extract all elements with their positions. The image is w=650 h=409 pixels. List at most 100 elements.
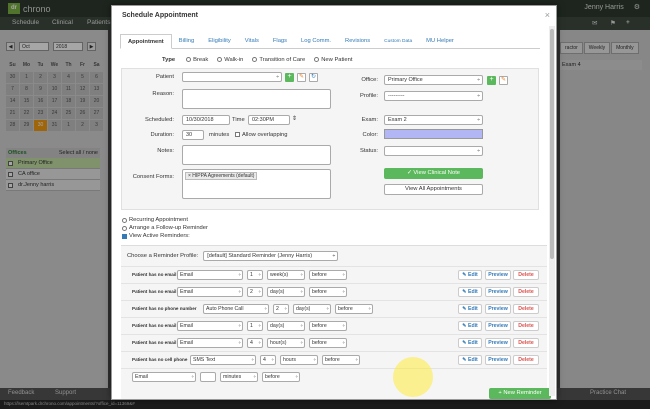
scrollbar-thumb[interactable] [550, 29, 554, 259]
option-follow-up[interactable]: Arrange a Follow-up Reminder [122, 224, 208, 232]
office-select[interactable]: Primary Office ÷ [384, 75, 483, 85]
tab-revisions[interactable]: Revisions [338, 34, 377, 49]
tab-appointment[interactable]: Appointment [120, 34, 172, 49]
reminder-unit-select[interactable]: week(s) ÷ [267, 270, 305, 280]
preview-reminder-button[interactable]: Preview [485, 304, 511, 314]
preview-reminder-button[interactable]: Preview [485, 355, 511, 365]
reminder-unit-select[interactable]: minutes ÷ [220, 372, 258, 382]
type-transition-of-care[interactable]: Transition of Care [252, 57, 305, 63]
option-view-reminders[interactable]: View Active Reminders: [122, 232, 208, 240]
radio-icon[interactable] [186, 57, 192, 62]
preview-reminder-button[interactable]: Preview [485, 338, 511, 348]
reminder-when-select[interactable]: before ÷ [309, 270, 347, 280]
delete-reminder-button[interactable]: Delete [513, 287, 539, 297]
reminder-unit-select[interactable]: day(s) ÷ [267, 287, 305, 297]
radio-icon[interactable] [122, 217, 127, 223]
type-break[interactable]: Break [186, 57, 208, 63]
reminder-method-select[interactable]: Email ÷ [177, 321, 243, 331]
tab-vitals[interactable]: Vitals [238, 34, 266, 49]
radio-icon[interactable] [252, 57, 258, 62]
tab-mu-helper[interactable]: MU Helper [419, 34, 461, 49]
reminder-unit-select[interactable]: day(s) ÷ [293, 304, 331, 314]
schedule-appointment-modal: Schedule Appointment × Appointment Billi… [111, 5, 557, 400]
type-new-patient[interactable]: New Patient [314, 57, 353, 63]
option-recurring[interactable]: Recurring Appointment [122, 216, 208, 224]
edit-reminder-button[interactable]: ✎ Edit [458, 270, 482, 280]
reminder-condition: Patient has no phone number [132, 306, 197, 311]
scheduled-date-input[interactable]: 10/30/2018 [182, 115, 230, 125]
time-input[interactable]: 02:30PM [248, 115, 290, 125]
reminder-amount-select[interactable]: 1 ÷ [247, 321, 263, 331]
reminder-method-select[interactable]: Email ÷ [177, 287, 243, 297]
preview-reminder-button[interactable]: Preview [485, 287, 511, 297]
reminder-method-select[interactable]: Auto Phone Call ÷ [203, 304, 269, 314]
tab-billing[interactable]: Billing [172, 34, 201, 49]
delete-reminder-button[interactable]: Delete [513, 338, 539, 348]
delete-reminder-button[interactable]: Delete [513, 321, 539, 331]
allow-overlapping[interactable]: Allow overlapping [235, 132, 287, 138]
tab-log-comm[interactable]: Log Comm. [294, 34, 338, 49]
edit-reminder-button[interactable]: ✎ Edit [458, 321, 482, 331]
edit-reminder-button[interactable]: ✎ Edit [458, 338, 482, 348]
close-icon[interactable]: × [545, 10, 550, 20]
reminder-method-select[interactable]: SMS Text ÷ [190, 355, 256, 365]
reminder-amount-select[interactable]: 2 ÷ [273, 304, 289, 314]
edit-office-icon[interactable]: ✎ [499, 76, 508, 85]
time-stepper-icon[interactable]: ⇕ [292, 116, 297, 122]
edit-reminder-button[interactable]: ✎ Edit [458, 304, 482, 314]
view-all-appointments-button[interactable]: View All Appointments [384, 184, 483, 195]
add-patient-icon[interactable]: + [285, 73, 294, 82]
reminder-amount-select[interactable]: 2 ÷ [247, 287, 263, 297]
reminder-amount-select[interactable]: 4 ÷ [260, 355, 276, 365]
chevron-down-icon: ÷ [238, 272, 241, 277]
delete-reminder-button[interactable]: Delete [513, 355, 539, 365]
view-clinical-note-button[interactable]: ✓ View Clinical Note [384, 168, 483, 179]
duration-input[interactable]: 30 [182, 130, 204, 140]
checkbox-icon[interactable] [122, 233, 127, 239]
checkbox-icon[interactable] [235, 132, 240, 137]
reminder-amount-select[interactable]: 4 ÷ [247, 338, 263, 348]
reminder-amount-select[interactable]: 1 ÷ [247, 270, 263, 280]
reminder-when-select[interactable]: before ÷ [309, 338, 347, 348]
color-picker[interactable] [384, 129, 483, 139]
profile-select[interactable]: --------- ÷ [384, 91, 483, 101]
reminder-when-select[interactable]: before ÷ [309, 321, 347, 331]
modal-scrollbar[interactable] [549, 26, 555, 396]
reminder-amount-input[interactable] [200, 372, 216, 382]
reminder-profile-select[interactable]: [default] Standard Reminder (Jenny Harri… [203, 251, 339, 261]
tab-eligibility[interactable]: Eligibility [201, 34, 238, 49]
reminder-method-select[interactable]: Email ÷ [177, 270, 243, 280]
reminder-method-select[interactable]: Email ÷ [177, 338, 243, 348]
reminder-unit-select[interactable]: day(s) ÷ [267, 321, 305, 331]
edit-reminder-button[interactable]: ✎ Edit [458, 287, 482, 297]
type-walk-in[interactable]: Walk-in [217, 57, 243, 63]
refresh-patient-icon[interactable]: ↻ [309, 73, 318, 82]
reminder-method-select-value: Email [180, 272, 193, 278]
reason-field[interactable] [182, 89, 331, 109]
reminder-when-select[interactable]: before ÷ [322, 355, 360, 365]
edit-reminder-button[interactable]: ✎ Edit [458, 355, 482, 365]
preview-reminder-button[interactable]: Preview [485, 270, 511, 280]
patient-input[interactable]: ÷ [182, 72, 282, 82]
reminder-when-select[interactable]: before ÷ [262, 372, 300, 382]
radio-icon[interactable] [122, 225, 127, 231]
delete-reminder-button[interactable]: Delete [513, 304, 539, 314]
reminder-unit-select[interactable]: hours ÷ [280, 355, 318, 365]
exam-select[interactable]: Exam 2 ÷ [384, 115, 483, 125]
radio-icon[interactable] [314, 57, 320, 62]
reminder-when-select[interactable]: before ÷ [335, 304, 373, 314]
add-office-icon[interactable]: + [487, 76, 496, 85]
tab-flags[interactable]: Flags [266, 34, 294, 49]
reminder-unit-select[interactable]: hour(s) ÷ [267, 338, 305, 348]
radio-icon[interactable] [217, 57, 223, 62]
delete-reminder-button[interactable]: Delete [513, 270, 539, 280]
consent-tag[interactable]: × HIPPA Agreements (default) [185, 172, 258, 180]
edit-patient-icon[interactable]: ✎ [297, 73, 306, 82]
preview-reminder-button[interactable]: Preview [485, 321, 511, 331]
reminder-method-select[interactable]: Email ÷ [132, 372, 196, 382]
new-reminder-button[interactable]: + New Reminder [489, 388, 551, 399]
notes-field[interactable] [182, 145, 331, 165]
status-select[interactable]: ÷ [384, 146, 483, 156]
tab-custom-data[interactable]: Custom Data [377, 34, 419, 49]
reminder-when-select[interactable]: before ÷ [309, 287, 347, 297]
